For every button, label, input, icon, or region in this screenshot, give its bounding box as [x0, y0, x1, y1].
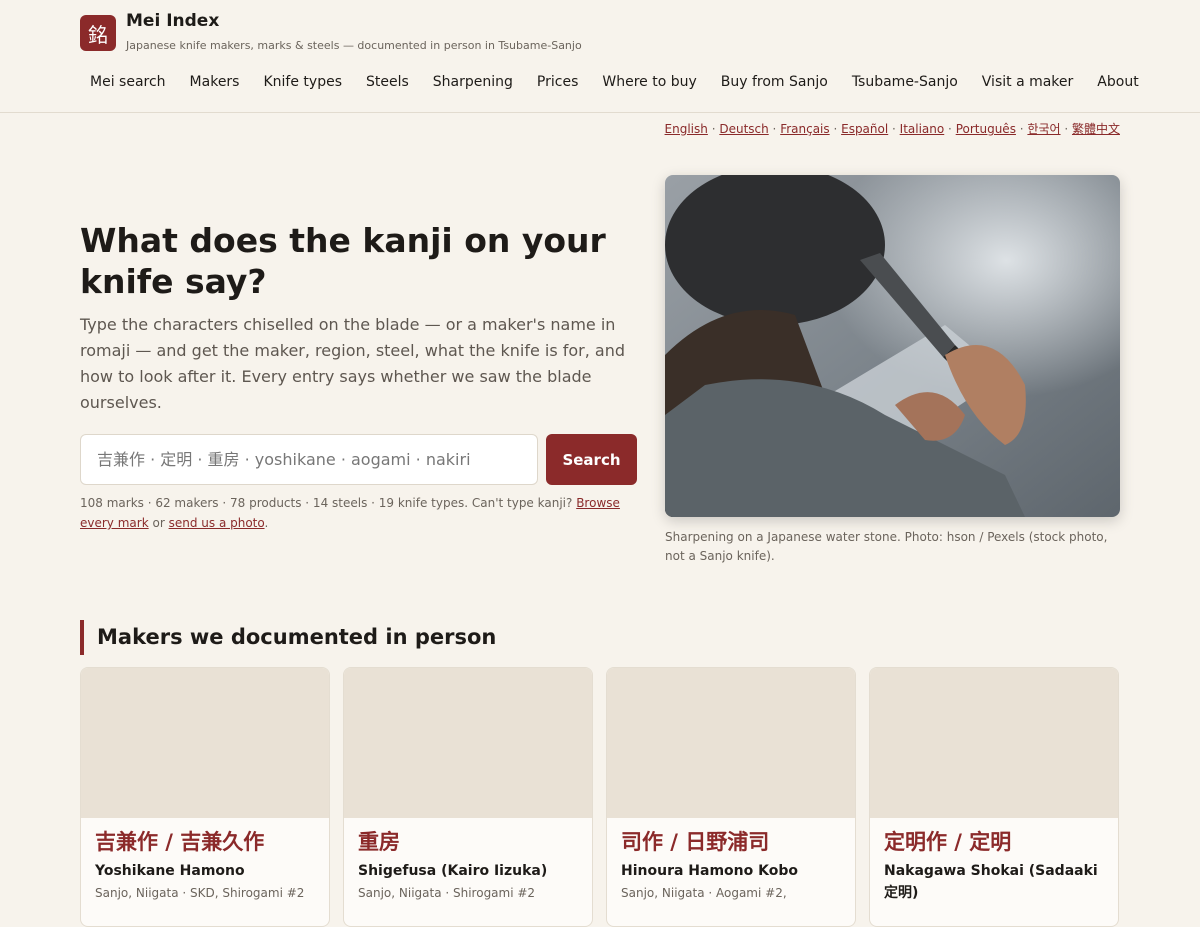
nav-buy-from-sanjo[interactable]: Buy from Sanjo [711, 70, 838, 94]
nav-visit-a-maker[interactable]: Visit a maker [972, 70, 1084, 94]
photo-caption: Sharpening on a Japanese water stone. Ph… [665, 530, 1108, 563]
maker-card[interactable]: 重房 Shigefusa (Kairo Iizuka) Sanjo, Niiga… [343, 667, 593, 927]
nav-prices[interactable]: Prices [527, 70, 588, 94]
maker-mark: 司作 / 日野浦司 [621, 830, 770, 854]
site-header: 銘 Mei Index Japanese knife makers, marks… [0, 0, 1200, 113]
hero-title: What does the kanji on your knife say? [80, 221, 606, 301]
lang-korean[interactable]: 한국어 [1027, 122, 1060, 136]
nav-where-to-buy[interactable]: Where to buy [592, 70, 706, 94]
logo-icon[interactable]: 銘 [80, 15, 116, 51]
main-nav: Mei search Makers Knife types Steels Sha… [80, 70, 1153, 94]
site-title[interactable]: Mei Index [126, 11, 582, 31]
lang-english[interactable]: English [665, 122, 708, 136]
maker-mark: 重房 [358, 830, 400, 854]
or-text: or [152, 516, 165, 530]
nav-sharpening[interactable]: Sharpening [423, 70, 523, 94]
search-button[interactable]: Search [546, 434, 637, 485]
lang-espanol[interactable]: Español [841, 122, 888, 136]
maker-card[interactable]: 定明作 / 定明 Nakagawa Shokai (Sadaaki 定明) [869, 667, 1119, 927]
maker-image-placeholder [870, 668, 1118, 818]
maker-image-placeholder [607, 668, 855, 818]
site-tagline: Japanese knife makers, marks & steels — … [126, 39, 582, 52]
search-form: Search [80, 434, 640, 485]
stats-text: 108 marks · 62 makers · 78 products · 14… [80, 496, 573, 510]
maker-image-placeholder [81, 668, 329, 818]
language-switcher: English · Deutsch · Français · Español ·… [664, 122, 1120, 136]
lang-italiano[interactable]: Italiano [900, 122, 945, 136]
maker-name: Nakagawa Shokai (Sadaaki 定明) [884, 863, 1098, 901]
maker-image-placeholder [344, 668, 592, 818]
nav-mei-search[interactable]: Mei search [80, 70, 176, 94]
nav-makers[interactable]: Makers [180, 70, 250, 94]
nav-tsubame-sanjo[interactable]: Tsubame-Sanjo [842, 70, 968, 94]
maker-meta: Sanjo, Niigata · SKD, Shirogami #2 [95, 886, 305, 900]
stats-line: 108 marks · 62 makers · 78 products · 14… [80, 493, 640, 533]
hero-description: Type the characters chiselled on the bla… [80, 315, 626, 412]
maker-name: Hinoura Hamono Kobo [621, 863, 798, 879]
nav-about[interactable]: About [1087, 70, 1148, 94]
lang-traditional-chinese[interactable]: 繁體中文 [1072, 122, 1120, 136]
hero: What does the kanji on your knife say? T… [80, 220, 640, 533]
maker-name: Yoshikane Hamono [95, 863, 245, 879]
maker-mark: 定明作 / 定明 [884, 830, 1012, 854]
maker-card[interactable]: 司作 / 日野浦司 Hinoura Hamono Kobo Sanjo, Nii… [606, 667, 856, 927]
maker-mark: 吉兼作 / 吉兼久作 [95, 830, 265, 854]
nav-steels[interactable]: Steels [356, 70, 419, 94]
lang-francais[interactable]: Français [780, 122, 829, 136]
stats-period: . [264, 516, 269, 530]
makers-grid: 吉兼作 / 吉兼久作 Yoshikane Hamono Sanjo, Niiga… [80, 667, 1119, 927]
maker-card[interactable]: 吉兼作 / 吉兼久作 Yoshikane Hamono Sanjo, Niiga… [80, 667, 330, 927]
maker-meta: Sanjo, Niigata · Shirogami #2 [358, 886, 536, 900]
hero-photo [665, 175, 1120, 517]
nav-knife-types[interactable]: Knife types [253, 70, 352, 94]
maker-meta: Sanjo, Niigata · Aogami #2, [621, 886, 787, 900]
search-input[interactable] [80, 434, 538, 485]
lang-deutsch[interactable]: Deutsch [719, 122, 768, 136]
brand[interactable]: 銘 Mei Index Japanese knife makers, marks… [80, 11, 582, 52]
send-photo-link[interactable]: send us a photo [169, 516, 265, 530]
lang-portugues[interactable]: Português [956, 122, 1016, 136]
maker-name: Shigefusa (Kairo Iizuka) [358, 863, 548, 879]
makers-section-title: Makers we documented in person [80, 620, 496, 655]
